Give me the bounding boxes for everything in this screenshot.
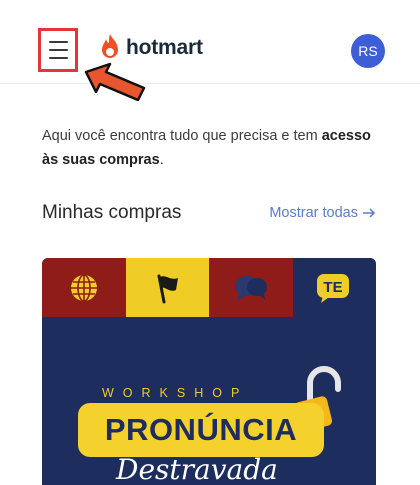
flame-icon	[102, 34, 118, 58]
tile-te: TE	[292, 258, 376, 317]
menu-bar	[48, 57, 68, 59]
workshop-label: WORKSHOP	[102, 386, 249, 400]
show-all-label: Mostrar todas	[269, 205, 358, 221]
subline-text: Destravada	[116, 453, 278, 485]
flag-icon	[157, 274, 179, 303]
hotmart-logo[interactable]: hotmart	[98, 33, 203, 63]
logo-text: hotmart	[126, 36, 203, 59]
show-all-link[interactable]: Mostrar todas	[269, 205, 376, 221]
arrow-right-icon	[363, 208, 376, 218]
te-logo-icon: TE	[317, 273, 350, 303]
intro-text: Aqui você encontra tudo que precisa e te…	[42, 124, 382, 172]
card-artwork: WORKSHOP PRONÚNCIA Destravada	[42, 317, 376, 485]
headline-text: PRONÚNCIA	[104, 412, 298, 447]
menu-bar	[48, 41, 68, 43]
te-text: TE	[324, 279, 343, 296]
tile-speech	[209, 258, 293, 317]
menu-bar	[48, 49, 68, 51]
hamburger-menu-button[interactable]	[38, 28, 78, 72]
speech-bubble-icon	[234, 275, 267, 301]
annotation-arrow-icon	[84, 62, 146, 102]
tile-globe	[42, 258, 126, 317]
section-title-purchases: Minhas compras	[42, 202, 182, 223]
card-tiles: TE	[42, 258, 376, 317]
course-card[interactable]: TE WORKSHOP PRONÚNCIA Destravada	[42, 258, 376, 485]
intro-end: .	[159, 152, 164, 168]
headline-banner: PRONÚNCIA	[78, 403, 324, 457]
avatar-initials: RS	[358, 43, 378, 59]
intro-plain: Aqui você encontra tudo que precisa e te…	[42, 128, 322, 144]
tile-flag	[125, 258, 209, 317]
globe-icon	[70, 273, 97, 302]
app-header: hotmart RS	[0, 0, 420, 84]
user-avatar[interactable]: RS	[351, 34, 385, 68]
